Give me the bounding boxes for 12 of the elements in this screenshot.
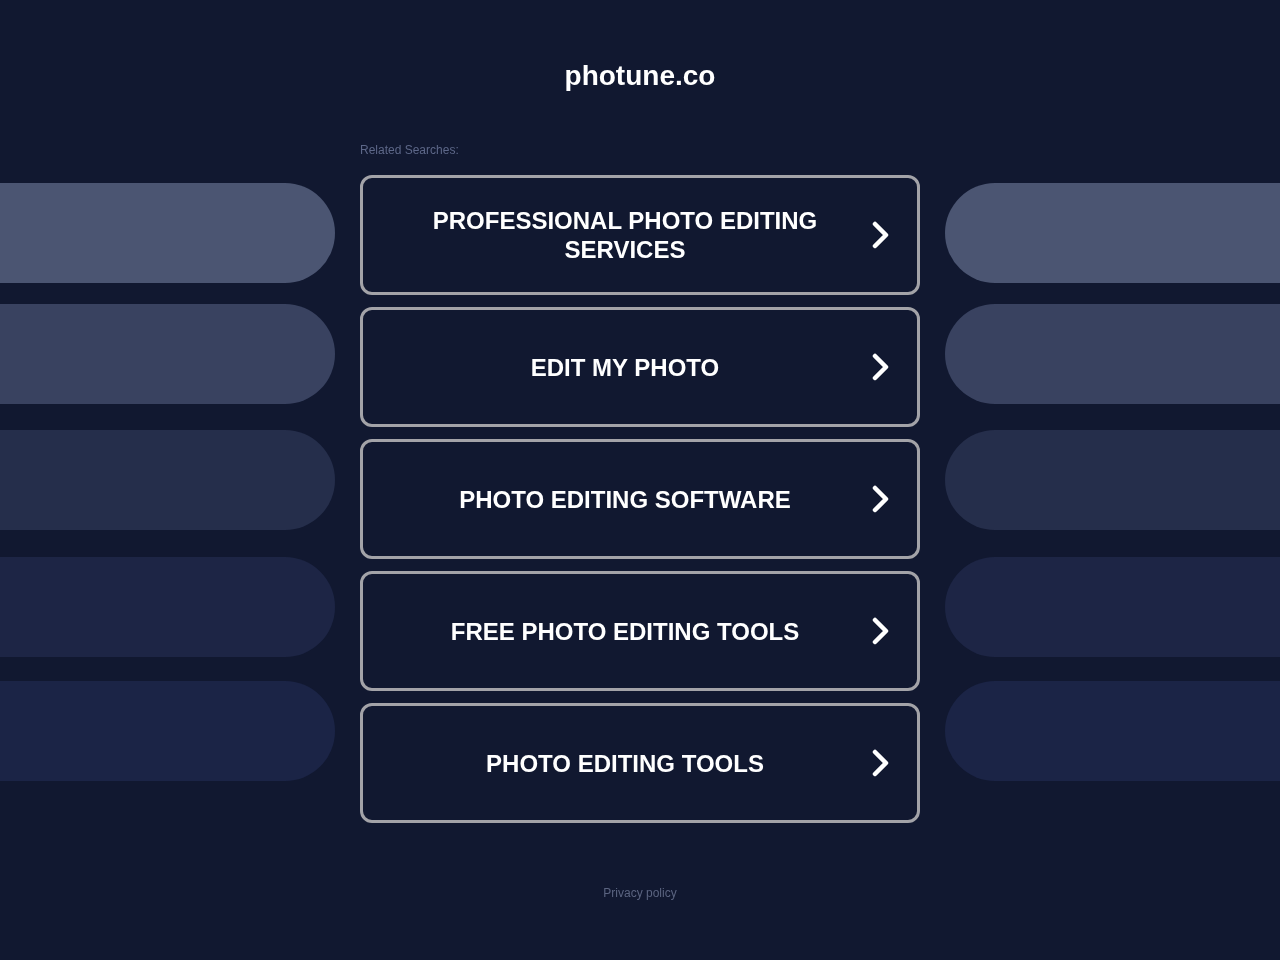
related-searches-label: Related Searches: [360, 142, 459, 158]
site-title: photune.co [564, 59, 716, 93]
chevron-right-icon [871, 221, 891, 249]
chevron-right-icon [871, 353, 891, 381]
search-link[interactable]: EDIT MY PHOTO [360, 307, 920, 427]
search-link[interactable]: PHOTO EDITING TOOLS [360, 703, 920, 823]
chevron-right-icon [871, 485, 891, 513]
search-link[interactable]: PHOTO EDITING SOFTWARE [360, 439, 920, 559]
chevron-right-icon [871, 749, 891, 777]
chevron-right-icon [871, 617, 891, 645]
search-link[interactable]: FREE PHOTO EDITING TOOLS [360, 571, 920, 691]
search-link[interactable]: PROFESSIONAL PHOTO EDITING SERVICES [360, 175, 920, 295]
